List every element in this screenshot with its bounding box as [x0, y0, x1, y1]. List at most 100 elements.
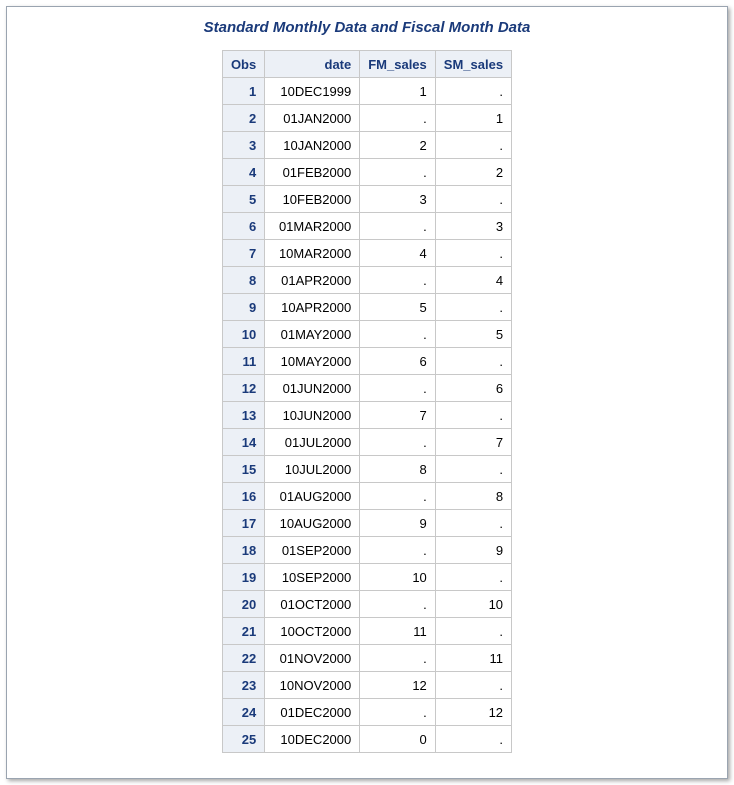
- table-row: 1510JUL20008.: [222, 456, 511, 483]
- cell-date: 10SEP2000: [265, 564, 360, 591]
- table-row: 2401DEC2000.12: [222, 699, 511, 726]
- cell-obs: 17: [222, 510, 264, 537]
- cell-sm-sales: 11: [435, 645, 511, 672]
- cell-fm-sales: 8: [360, 456, 436, 483]
- cell-fm-sales: 2: [360, 132, 436, 159]
- cell-date: 01APR2000: [265, 267, 360, 294]
- cell-sm-sales: 6: [435, 375, 511, 402]
- cell-obs: 4: [222, 159, 264, 186]
- cell-sm-sales: .: [435, 186, 511, 213]
- cell-obs: 10: [222, 321, 264, 348]
- cell-date: 10MAY2000: [265, 348, 360, 375]
- table-row: 1710AUG20009.: [222, 510, 511, 537]
- cell-fm-sales: 1: [360, 78, 436, 105]
- table-row: 1201JUN2000.6: [222, 375, 511, 402]
- cell-sm-sales: .: [435, 618, 511, 645]
- table-row: 2001OCT2000.10: [222, 591, 511, 618]
- cell-sm-sales: .: [435, 78, 511, 105]
- cell-fm-sales: 11: [360, 618, 436, 645]
- cell-date: 01AUG2000: [265, 483, 360, 510]
- cell-obs: 12: [222, 375, 264, 402]
- cell-date: 10NOV2000: [265, 672, 360, 699]
- cell-date: 01SEP2000: [265, 537, 360, 564]
- cell-fm-sales: 10: [360, 564, 436, 591]
- cell-obs: 24: [222, 699, 264, 726]
- cell-fm-sales: .: [360, 105, 436, 132]
- cell-date: 01JUL2000: [265, 429, 360, 456]
- cell-date: 10FEB2000: [265, 186, 360, 213]
- cell-fm-sales: 12: [360, 672, 436, 699]
- cell-obs: 3: [222, 132, 264, 159]
- cell-date: 01FEB2000: [265, 159, 360, 186]
- cell-fm-sales: .: [360, 321, 436, 348]
- cell-obs: 15: [222, 456, 264, 483]
- cell-sm-sales: 3: [435, 213, 511, 240]
- cell-date: 10DEC2000: [265, 726, 360, 753]
- cell-date: 01MAR2000: [265, 213, 360, 240]
- cell-sm-sales: 10: [435, 591, 511, 618]
- cell-obs: 2: [222, 105, 264, 132]
- table-row: 110DEC19991.: [222, 78, 511, 105]
- cell-date: 10JUN2000: [265, 402, 360, 429]
- cell-fm-sales: .: [360, 213, 436, 240]
- cell-date: 10OCT2000: [265, 618, 360, 645]
- cell-sm-sales: .: [435, 402, 511, 429]
- cell-fm-sales: .: [360, 699, 436, 726]
- cell-sm-sales: .: [435, 348, 511, 375]
- table-row: 601MAR2000.3: [222, 213, 511, 240]
- cell-sm-sales: .: [435, 564, 511, 591]
- cell-obs: 22: [222, 645, 264, 672]
- cell-sm-sales: 12: [435, 699, 511, 726]
- cell-date: 01JUN2000: [265, 375, 360, 402]
- cell-fm-sales: 9: [360, 510, 436, 537]
- table-row: 1601AUG2000.8: [222, 483, 511, 510]
- table-row: 201JAN2000.1: [222, 105, 511, 132]
- table-row: 910APR20005.: [222, 294, 511, 321]
- cell-obs: 14: [222, 429, 264, 456]
- table-row: 2110OCT200011.: [222, 618, 511, 645]
- header-row: Obs date FM_sales SM_sales: [222, 51, 511, 78]
- cell-fm-sales: .: [360, 591, 436, 618]
- cell-fm-sales: 7: [360, 402, 436, 429]
- cell-obs: 1: [222, 78, 264, 105]
- cell-obs: 16: [222, 483, 264, 510]
- cell-sm-sales: 7: [435, 429, 511, 456]
- cell-sm-sales: .: [435, 294, 511, 321]
- table-row: 1910SEP200010.: [222, 564, 511, 591]
- cell-fm-sales: .: [360, 429, 436, 456]
- col-header-sm: SM_sales: [435, 51, 511, 78]
- table-row: 801APR2000.4: [222, 267, 511, 294]
- cell-sm-sales: 5: [435, 321, 511, 348]
- table-row: 1401JUL2000.7: [222, 429, 511, 456]
- cell-sm-sales: .: [435, 672, 511, 699]
- cell-fm-sales: .: [360, 645, 436, 672]
- cell-obs: 7: [222, 240, 264, 267]
- table-row: 1801SEP2000.9: [222, 537, 511, 564]
- data-table: Obs date FM_sales SM_sales 110DEC19991.2…: [222, 50, 512, 753]
- cell-obs: 8: [222, 267, 264, 294]
- cell-obs: 9: [222, 294, 264, 321]
- cell-sm-sales: .: [435, 240, 511, 267]
- cell-date: 10JUL2000: [265, 456, 360, 483]
- cell-sm-sales: 1: [435, 105, 511, 132]
- cell-sm-sales: .: [435, 726, 511, 753]
- table-row: 1110MAY20006.: [222, 348, 511, 375]
- cell-sm-sales: 9: [435, 537, 511, 564]
- col-header-obs: Obs: [222, 51, 264, 78]
- table-row: 2201NOV2000.11: [222, 645, 511, 672]
- cell-date: 01OCT2000: [265, 591, 360, 618]
- cell-fm-sales: 3: [360, 186, 436, 213]
- cell-fm-sales: 4: [360, 240, 436, 267]
- cell-sm-sales: 2: [435, 159, 511, 186]
- cell-date: 10APR2000: [265, 294, 360, 321]
- cell-sm-sales: .: [435, 510, 511, 537]
- cell-sm-sales: 4: [435, 267, 511, 294]
- cell-date: 01MAY2000: [265, 321, 360, 348]
- table-row: 2310NOV200012.: [222, 672, 511, 699]
- cell-sm-sales: .: [435, 132, 511, 159]
- cell-obs: 21: [222, 618, 264, 645]
- cell-fm-sales: .: [360, 159, 436, 186]
- cell-fm-sales: .: [360, 375, 436, 402]
- table-row: 2510DEC20000.: [222, 726, 511, 753]
- cell-obs: 11: [222, 348, 264, 375]
